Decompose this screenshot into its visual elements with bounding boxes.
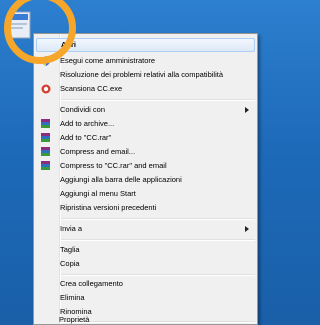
- menu-item-cut[interactable]: Taglia: [36, 243, 255, 257]
- winrar-icon: [41, 161, 51, 171]
- menu-item-copy[interactable]: Copia: [36, 257, 255, 271]
- separator: [61, 99, 255, 101]
- menu-item-share-with[interactable]: Condividi con: [36, 103, 255, 117]
- menu-item-pin-start[interactable]: Aggiungi al menu Start: [36, 187, 255, 201]
- context-menu: Apri Esegui come amministratore Risoluzi…: [33, 33, 258, 325]
- menu-item-create-shortcut[interactable]: Crea collegamento: [36, 277, 255, 291]
- winrar-icon: [41, 147, 51, 157]
- menu-item-add-to-cc-rar[interactable]: Add to "CC.rar": [36, 131, 255, 145]
- winrar-icon: [41, 119, 51, 129]
- submenu-arrow-icon: [245, 226, 249, 232]
- menu-item-compress-email[interactable]: Compress and email...: [36, 145, 255, 159]
- menu-item-add-to-archive[interactable]: Add to archive...: [36, 117, 255, 131]
- menu-item-send-to[interactable]: Invia a: [36, 222, 255, 236]
- menu-item-compress-to-rar-email[interactable]: Compress to "CC.rar" and email: [36, 159, 255, 173]
- menu-item-scan[interactable]: Scansiona CC.exe: [36, 82, 255, 96]
- winrar-icon: [41, 133, 51, 143]
- separator: [61, 274, 255, 276]
- menu-item-properties[interactable]: Proprietà: [35, 314, 256, 325]
- menu-item-pin-taskbar[interactable]: Aggiungi alla barra delle applicazioni: [36, 173, 255, 187]
- submenu-arrow-icon: [245, 107, 249, 113]
- menu-item-troubleshoot-compat[interactable]: Risoluzione dei problemi relativi alla c…: [36, 68, 255, 82]
- separator: [61, 218, 255, 220]
- antivirus-icon: [41, 84, 51, 94]
- menu-item-restore-versions[interactable]: Ripristina versioni precedenti: [36, 201, 255, 215]
- separator: [61, 239, 255, 241]
- menu-item-delete[interactable]: Elimina: [36, 291, 255, 305]
- menu-item-run-as-admin[interactable]: Esegui come amministratore: [36, 54, 255, 68]
